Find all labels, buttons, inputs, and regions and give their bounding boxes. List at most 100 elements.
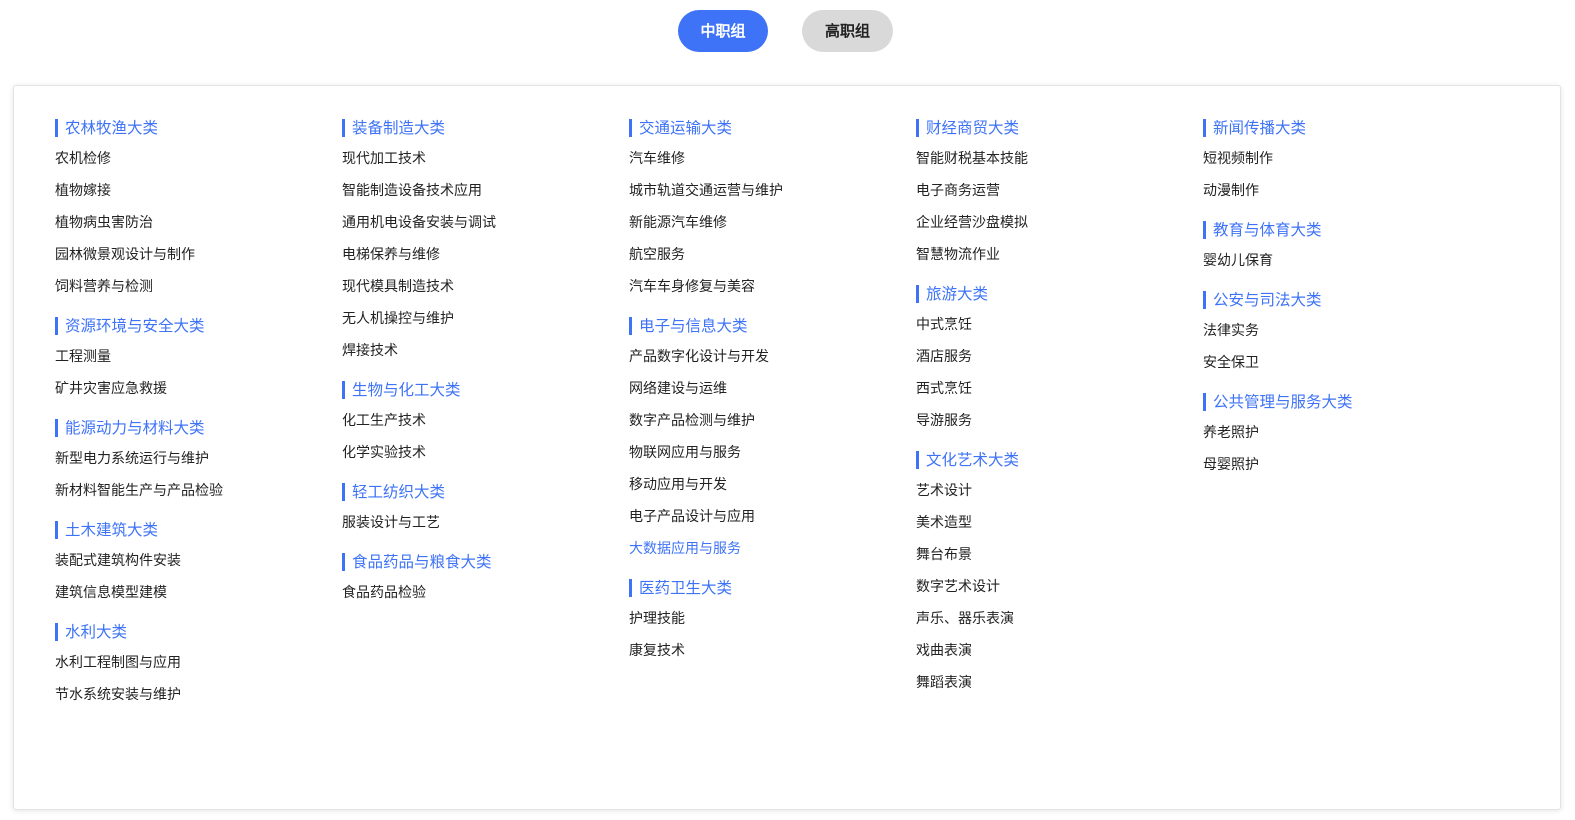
competition-item-link[interactable]: 母婴照护	[1203, 449, 1488, 481]
category-title: 水利大类	[55, 623, 340, 641]
category-title: 农林牧渔大类	[55, 119, 340, 137]
competition-item-link[interactable]: 大数据应用与服务	[629, 533, 914, 565]
category-group: 旅游大类中式烹饪 酒店服务 西式烹饪 导游服务	[916, 285, 1201, 437]
competition-item-link[interactable]: 化工生产技术	[342, 405, 627, 437]
category-column: 交通运输大类汽车维修 城市轨道交通运营与维护 新能源汽车维修 航空服务 汽车车身修复与美…	[629, 119, 914, 681]
competition-item-link[interactable]: 护理技能	[629, 603, 914, 635]
category-title: 医药卫生大类	[629, 579, 914, 597]
tab-higher-vocational[interactable]: 高职组	[802, 10, 893, 52]
category-group: 医药卫生大类护理技能 康复技术	[629, 579, 914, 667]
competition-item-link[interactable]: 装配式建筑构件安装	[55, 545, 340, 577]
category-group: 电子与信息大类产品数字化设计与开发 网络建设与运维 数字产品检测与维护 物联网应用与服…	[629, 317, 914, 565]
competition-item-link[interactable]: 焊接技术	[342, 335, 627, 367]
category-group: 文化艺术大类艺术设计 美术造型 舞台布景 数字艺术设计 声乐、器乐表演 戏曲表演 舞蹈表演	[916, 451, 1201, 699]
category-column: 财经商贸大类智能财税基本技能 电子商务运营 企业经营沙盘模拟 智慧物流作业旅游大类中式…	[916, 119, 1201, 713]
category-column: 新闻传播大类短视频制作 动漫制作教育与体育大类 婴幼儿保育公安与司法大类法律实务 安全…	[1203, 119, 1488, 495]
competition-item-link[interactable]: 智能财税基本技能	[916, 143, 1201, 175]
competition-item-link[interactable]: 节水系统安装与维护	[55, 679, 340, 711]
category-title: 资源环境与安全大类	[55, 317, 340, 335]
category-group: 农林牧渔大类农机检修 植物嫁接 植物病虫害防治 园林微景观设计与制作 饲料营养与检测	[55, 119, 340, 303]
competition-item-link[interactable]: 产品数字化设计与开发	[629, 341, 914, 373]
competition-item-link[interactable]: 航空服务	[629, 239, 914, 271]
competition-item-link[interactable]: 法律实务	[1203, 315, 1488, 347]
group-tabs: 中职组 高职组	[0, 10, 1575, 52]
competition-item-link[interactable]: 导游服务	[916, 405, 1201, 437]
category-group: 生物与化工大类 化工生产技术 化学实验技术	[342, 381, 627, 469]
competition-item-link[interactable]: 化学实验技术	[342, 437, 627, 469]
competition-item-link[interactable]: 建筑信息模型建模	[55, 577, 340, 609]
competition-item-link[interactable]: 戏曲表演	[916, 635, 1201, 667]
competition-item-link[interactable]: 艺术设计	[916, 475, 1201, 507]
competition-item-link[interactable]: 动漫制作	[1203, 175, 1488, 207]
competition-item-link[interactable]: 新型电力系统运行与维护	[55, 443, 340, 475]
category-group: 财经商贸大类智能财税基本技能 电子商务运营 企业经营沙盘模拟 智慧物流作业	[916, 119, 1201, 271]
category-title: 食品药品与粮食大类	[342, 553, 627, 571]
category-title: 财经商贸大类	[916, 119, 1201, 137]
tab-secondary-vocational[interactable]: 中职组	[678, 10, 768, 52]
competition-item-link[interactable]: 美术造型	[916, 507, 1201, 539]
category-title: 轻工纺织大类	[342, 483, 627, 501]
competition-item-link[interactable]: 数字产品检测与维护	[629, 405, 914, 437]
category-group: 水利大类水利工程制图与应用 节水系统安装与维护	[55, 623, 340, 711]
competition-item-link[interactable]: 食品药品检验	[342, 577, 627, 609]
competition-item-link[interactable]: 物联网应用与服务	[629, 437, 914, 469]
category-group: 轻工纺织大类服装设计与工艺	[342, 483, 627, 539]
competition-item-link[interactable]: 声乐、器乐表演	[916, 603, 1201, 635]
competition-item-link[interactable]: 无人机操控与维护	[342, 303, 627, 335]
competition-item-link[interactable]: 智慧物流作业	[916, 239, 1201, 271]
competition-item-link[interactable]: 婴幼儿保育	[1203, 245, 1488, 277]
competition-item-link[interactable]: 移动应用与开发	[629, 469, 914, 501]
competition-item-link[interactable]: 数字艺术设计	[916, 571, 1201, 603]
category-title: 电子与信息大类	[629, 317, 914, 335]
competition-item-link[interactable]: 酒店服务	[916, 341, 1201, 373]
category-title: 旅游大类	[916, 285, 1201, 303]
category-group: 教育与体育大类 婴幼儿保育	[1203, 221, 1488, 277]
category-title: 交通运输大类	[629, 119, 914, 137]
category-group: 新闻传播大类短视频制作 动漫制作	[1203, 119, 1488, 207]
category-group: 公安与司法大类法律实务 安全保卫	[1203, 291, 1488, 379]
category-title: 公安与司法大类	[1203, 291, 1488, 309]
competition-item-link[interactable]: 电梯保养与维修	[342, 239, 627, 271]
competition-item-link[interactable]: 电子商务运营	[916, 175, 1201, 207]
competition-item-link[interactable]: 西式烹饪	[916, 373, 1201, 405]
category-group: 交通运输大类汽车维修 城市轨道交通运营与维护 新能源汽车维修 航空服务 汽车车身修复与美…	[629, 119, 914, 303]
competition-item-link[interactable]: 现代加工技术	[342, 143, 627, 175]
competition-item-link[interactable]: 饲料营养与检测	[55, 271, 340, 303]
competition-item-link[interactable]: 农机检修	[55, 143, 340, 175]
competition-item-link[interactable]: 通用机电设备安装与调试	[342, 207, 627, 239]
category-panel: 农林牧渔大类农机检修 植物嫁接 植物病虫害防治 园林微景观设计与制作 饲料营养与检测资源…	[13, 85, 1561, 810]
category-title: 新闻传播大类	[1203, 119, 1488, 137]
competition-item-link[interactable]: 矿井灾害应急救援	[55, 373, 340, 405]
competition-item-link[interactable]: 舞台布景	[916, 539, 1201, 571]
competition-item-link[interactable]: 汽车维修	[629, 143, 914, 175]
competition-item-link[interactable]: 安全保卫	[1203, 347, 1488, 379]
competition-item-link[interactable]: 工程测量	[55, 341, 340, 373]
competition-item-link[interactable]: 养老照护	[1203, 417, 1488, 449]
competition-item-link[interactable]: 中式烹饪	[916, 309, 1201, 341]
competition-item-link[interactable]: 城市轨道交通运营与维护	[629, 175, 914, 207]
competition-item-link[interactable]: 水利工程制图与应用	[55, 647, 340, 679]
competition-item-link[interactable]: 植物病虫害防治	[55, 207, 340, 239]
category-group: 资源环境与安全大类工程测量 矿井灾害应急救援	[55, 317, 340, 405]
competition-item-link[interactable]: 企业经营沙盘模拟	[916, 207, 1201, 239]
category-group: 公共管理与服务大类 养老照护 母婴照护	[1203, 393, 1488, 481]
category-group: 食品药品与粮食大类食品药品检验	[342, 553, 627, 609]
competition-item-link[interactable]: 智能制造设备技术应用	[342, 175, 627, 207]
competition-item-link[interactable]: 服装设计与工艺	[342, 507, 627, 539]
competition-item-link[interactable]: 汽车车身修复与美容	[629, 271, 914, 303]
category-title: 装备制造大类	[342, 119, 627, 137]
category-title: 能源动力与材料大类	[55, 419, 340, 437]
competition-item-link[interactable]: 短视频制作	[1203, 143, 1488, 175]
competition-item-link[interactable]: 植物嫁接	[55, 175, 340, 207]
competition-item-link[interactable]: 电子产品设计与应用	[629, 501, 914, 533]
competition-item-link[interactable]: 舞蹈表演	[916, 667, 1201, 699]
category-group: 装备制造大类现代加工技术 智能制造设备技术应用 通用机电设备安装与调试 电梯保养与维修…	[342, 119, 627, 367]
competition-item-link[interactable]: 现代模具制造技术	[342, 271, 627, 303]
competition-item-link[interactable]: 新能源汽车维修	[629, 207, 914, 239]
category-column: 农林牧渔大类农机检修 植物嫁接 植物病虫害防治 园林微景观设计与制作 饲料营养与检测资源…	[55, 119, 340, 725]
competition-item-link[interactable]: 园林微景观设计与制作	[55, 239, 340, 271]
category-title: 文化艺术大类	[916, 451, 1201, 469]
competition-item-link[interactable]: 网络建设与运维	[629, 373, 914, 405]
competition-item-link[interactable]: 康复技术	[629, 635, 914, 667]
competition-item-link[interactable]: 新材料智能生产与产品检验	[55, 475, 340, 507]
